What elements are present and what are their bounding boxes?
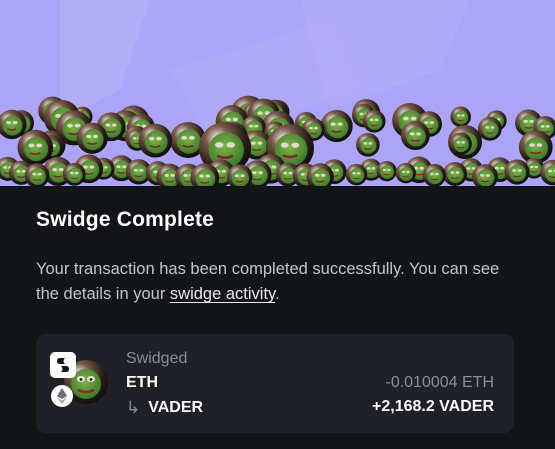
from-amount: -0.010004 ETH xyxy=(385,374,494,391)
modal-title: Swidge Complete xyxy=(36,208,215,231)
pepe-coin xyxy=(62,163,86,186)
pepe-coin xyxy=(356,132,380,157)
pepe-coins-illustration xyxy=(0,0,555,186)
status-label: Swidged xyxy=(126,350,188,367)
app-logo-icon xyxy=(50,352,76,378)
pepe-coin xyxy=(376,161,397,182)
to-token-row: ↳ VADER xyxy=(126,398,203,418)
description-suffix: . xyxy=(275,285,280,303)
modal-description: Your transaction has been completed succ… xyxy=(36,257,516,307)
pepe-coin xyxy=(362,109,386,133)
modal-content: Swidge Complete Your transaction has bee… xyxy=(0,186,555,449)
pepe-coin xyxy=(395,162,416,184)
pepe-coin xyxy=(17,129,54,166)
pepe-coin xyxy=(442,162,467,186)
pepe-coin xyxy=(138,123,173,158)
to-token: VADER xyxy=(148,399,204,416)
pepe-coin xyxy=(320,109,353,143)
pepe-coin xyxy=(422,163,446,186)
pepe-coin xyxy=(504,159,530,185)
pepe-coin xyxy=(76,122,108,154)
from-token: ETH xyxy=(126,374,158,391)
hero-illustration xyxy=(0,0,555,186)
transaction-card: Swidged ETH ↳ VADER -0.010004 ETH +2,168… xyxy=(36,334,514,433)
ethereum-icon xyxy=(51,385,73,407)
to-amount: +2,168.2 VADER xyxy=(372,398,494,415)
pepe-coin xyxy=(477,116,502,141)
pepe-coin xyxy=(449,132,472,155)
pepe-coin xyxy=(450,106,471,128)
pepe-coin xyxy=(400,121,430,151)
pepe-coin xyxy=(345,163,368,186)
swidge-activity-link[interactable]: swidge activity xyxy=(170,285,275,303)
return-arrow-icon: ↳ xyxy=(126,398,141,417)
token-icon-group xyxy=(50,352,110,412)
